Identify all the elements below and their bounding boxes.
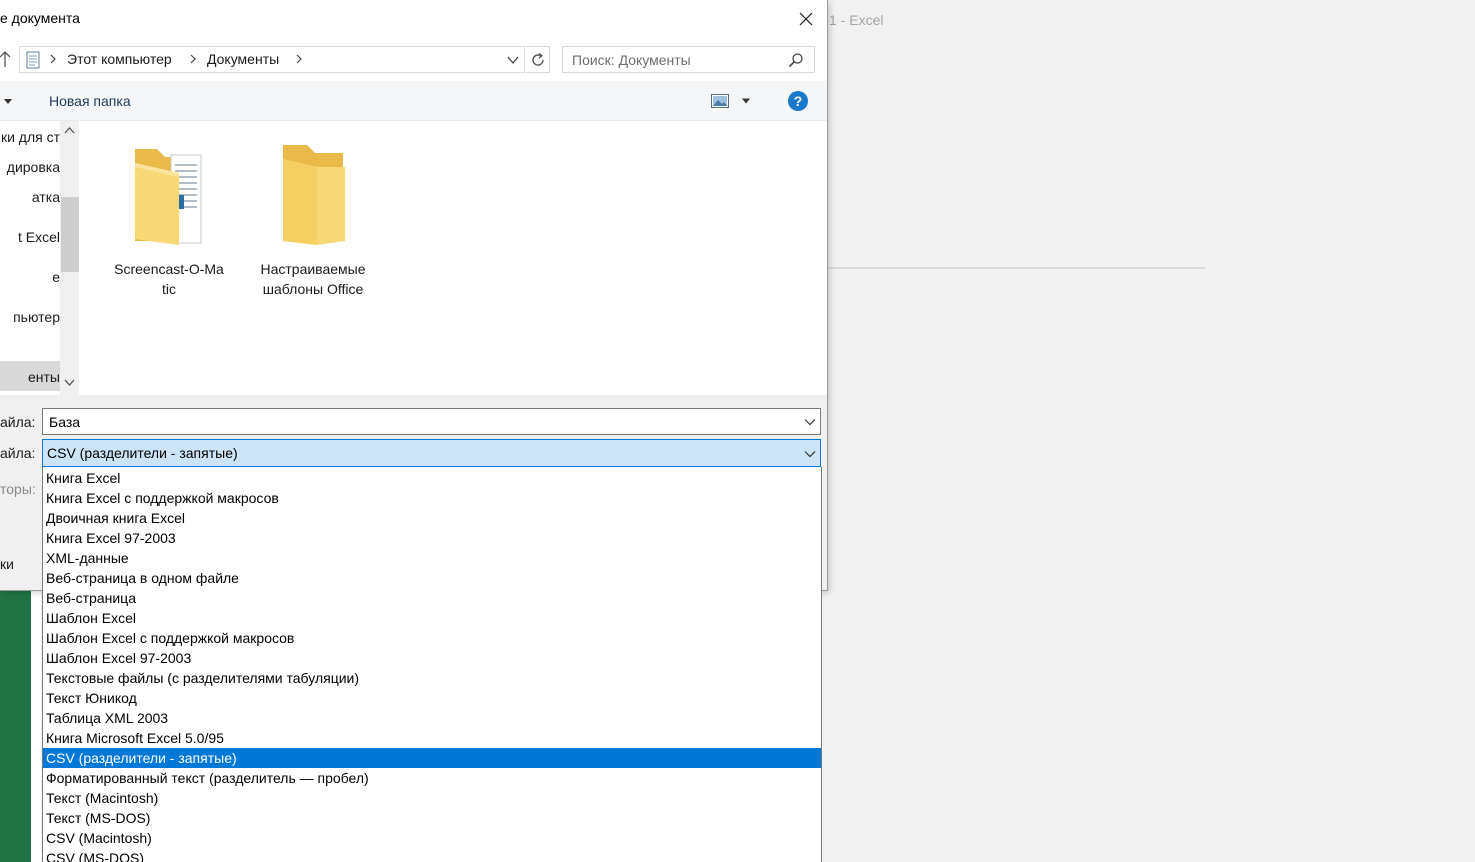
refresh-icon — [531, 52, 544, 66]
filetype-label: айла: — [0, 445, 36, 461]
nav-item-excel[interactable]: t Excel — [18, 229, 60, 245]
chevron-down-icon[interactable] — [804, 418, 816, 426]
folder-name-line: tic — [162, 281, 176, 297]
nav-item-e[interactable]: е — [52, 269, 60, 285]
filetype-option[interactable]: Форматированный текст (разделитель — про… — [43, 768, 821, 788]
new-folder-button[interactable]: Новая папка — [49, 93, 131, 109]
filetype-option[interactable]: Шаблон Excel — [43, 608, 821, 628]
filetype-option[interactable]: Книга Excel с поддержкой макросов — [43, 488, 821, 508]
filename-combobox — [42, 408, 821, 435]
filetype-option[interactable]: Книга Excel — [43, 468, 821, 488]
filetype-option[interactable]: CSV (MS-DOS) — [43, 848, 821, 862]
close-button[interactable] — [787, 4, 825, 34]
svg-text:?: ? — [794, 93, 803, 109]
navigation-pane: ки для ст дировка атка t Excel е пьютер … — [0, 121, 79, 395]
scroll-up-icon[interactable] — [64, 126, 75, 134]
view-options-dropdown-icon[interactable] — [741, 98, 751, 104]
scroll-down-icon[interactable] — [64, 379, 75, 387]
nav-item-this-pc[interactable]: пьютер — [13, 309, 60, 325]
excel-divider — [828, 267, 1205, 269]
view-mode-icon[interactable] — [711, 94, 729, 108]
filename-input[interactable] — [43, 409, 783, 434]
filetype-option[interactable]: Книга Excel 97-2003 — [43, 528, 821, 548]
filetype-option[interactable]: Текстовые файлы (с разделителями табуляц… — [43, 668, 821, 688]
filetype-option[interactable]: Текст (Macintosh) — [43, 788, 821, 808]
filetype-option[interactable]: Текст Юникод — [43, 688, 821, 708]
help-icon[interactable]: ? — [787, 90, 809, 112]
chevron-down-icon[interactable] — [804, 450, 816, 458]
address-bar[interactable]: Этот компьютер Документы — [19, 46, 525, 73]
chevron-right-icon[interactable] — [48, 52, 58, 66]
folder-name-line: Screencast-O-Ma — [114, 261, 224, 277]
command-bar: Новая папка ? — [0, 81, 827, 121]
search-icon[interactable] — [788, 52, 804, 68]
chevron-down-icon[interactable] — [506, 53, 520, 67]
folder-with-documents-icon — [135, 149, 202, 245]
filetype-option[interactable]: XML-данные — [43, 548, 821, 568]
breadcrumb-this-pc[interactable]: Этот компьютер — [67, 51, 172, 67]
folder-item-office-templates[interactable]: Настраиваемые шаблоны Office — [243, 141, 383, 299]
filetype-option[interactable]: Веб-страница в одном файле — [43, 568, 821, 588]
folder-name-line: шаблоны Office — [262, 281, 364, 297]
filetype-dropdown-list: Книга Excel Книга Excel с поддержкой макр… — [42, 467, 822, 862]
nav-item-templates[interactable]: ки для ст — [1, 129, 60, 145]
filetype-option[interactable]: Книга Microsoft Excel 5.0/95 — [43, 728, 821, 748]
authors-label: торы: — [0, 481, 36, 497]
file-list: Screencast-O-Ma tic Настраиваемые шаблон… — [79, 121, 827, 395]
excel-window-title: 1 - Excel — [829, 12, 884, 28]
nav-item-encoding[interactable]: дировка — [7, 159, 60, 175]
filetype-option[interactable]: Таблица XML 2003 — [43, 708, 821, 728]
documents-location-icon — [26, 51, 40, 69]
up-arrow-icon[interactable] — [0, 50, 12, 68]
filetype-option[interactable]: Текст (MS-DOS) — [43, 808, 821, 828]
filetype-option[interactable]: Двоичная книга Excel — [43, 508, 821, 528]
close-icon — [799, 12, 813, 26]
filetype-select[interactable]: CSV (разделители - запятые) — [42, 439, 821, 467]
filetype-option[interactable]: Веб-страница — [43, 588, 821, 608]
folder-item-screencast[interactable]: Screencast-O-Ma tic — [99, 141, 239, 299]
filetype-option[interactable]: CSV (разделители - запятые) — [43, 748, 821, 768]
dialog-title: е документа — [0, 10, 80, 26]
nav-scrollbar-thumb[interactable] — [61, 197, 79, 272]
filetype-option[interactable]: Шаблон Excel 97-2003 — [43, 648, 821, 668]
refresh-button[interactable] — [526, 46, 550, 73]
nav-scrollbar[interactable] — [60, 121, 79, 395]
excel-backstage-sidebar — [0, 590, 31, 862]
folder-icon — [283, 145, 345, 245]
filetype-option[interactable]: CSV (Macintosh) — [43, 828, 821, 848]
search-box — [562, 46, 815, 73]
tags-label: ки — [0, 556, 14, 572]
search-input[interactable] — [563, 47, 783, 72]
chevron-right-icon[interactable] — [294, 52, 304, 66]
nav-item-processing[interactable]: атка — [32, 189, 60, 205]
chevron-right-icon[interactable] — [188, 52, 198, 66]
organize-dropdown-icon[interactable] — [3, 98, 13, 105]
folder-name-line: Настраиваемые — [260, 261, 366, 277]
filetype-option[interactable]: Шаблон Excel с поддержкой макросов — [43, 628, 821, 648]
breadcrumb-documents[interactable]: Документы — [207, 51, 279, 67]
filetype-selected-value: CSV (разделители - запятые) — [47, 445, 238, 461]
excel-backstage-edge — [31, 590, 41, 862]
filename-label: айла: — [0, 414, 36, 430]
nav-item-documents[interactable]: енты — [28, 369, 60, 385]
